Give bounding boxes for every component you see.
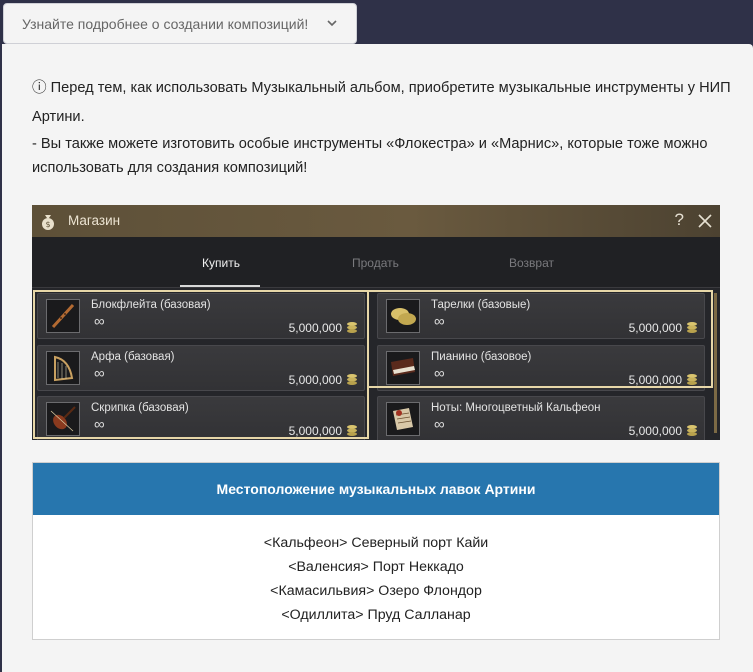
scrollbar[interactable] [714,293,717,433]
tab-return[interactable]: Возврат [509,256,554,270]
shop-item-sheet-music[interactable]: Ноты: Многоцветный Кальфеон ∞ 5,000,000 [377,396,705,440]
tab-buy[interactable]: Купить [202,256,240,270]
shop-window: $ Магазин ? Купить Продать Возврат Блокф… [32,205,720,440]
toggle-label: Узнайте подробнее о создании композиций! [22,15,309,32]
info-panel: ⓘ Перед тем, как использовать Музыкальны… [2,44,753,672]
highlight-frame-left [33,290,369,439]
composition-info-toggle[interactable]: Узнайте подробнее о создании композиций! [3,3,357,44]
shop-tabs: Купить Продать Возврат [32,237,720,288]
svg-text:$: $ [45,220,50,229]
location-row: <Кальфеон> Северный порт Кайи [263,535,489,551]
intro-text: ⓘ Перед тем, как использовать Музыкальны… [32,74,732,180]
locations-body: <Кальфеон> Северный порт Кайи <Валенсия>… [33,515,719,627]
chevron-down-icon [327,20,337,27]
intro-line-2: - Вы также можете изготовить особые инст… [32,136,708,176]
money-bag-icon: $ [42,215,54,230]
location-row: <Одиллита> Пруд Салланар [281,607,471,623]
tab-sell[interactable]: Продать [352,256,399,270]
location-row: <Валенсия> Порт Неккадо [288,559,464,575]
location-row: <Камасильвия> Озеро Флондор [270,583,482,599]
shop-title-bar: $ Магазин ? [32,205,720,237]
shop-title: Магазин [68,213,121,228]
highlight-frame-right [369,290,713,388]
item-stock: ∞ [434,416,445,433]
help-icon[interactable]: ? [675,210,684,230]
active-tab-underline [180,285,260,287]
coin-icon [687,425,697,436]
intro-line-1: ⓘ Перед тем, как использовать Музыкальны… [32,80,731,125]
item-price: 5,000,000 [628,424,682,438]
item-name: Ноты: Многоцветный Кальфеон [431,402,601,414]
locations-table: Местоположение музыкальных лавок Артини … [32,462,720,640]
locations-title: Местоположение музыкальных лавок Артини [33,463,719,515]
close-icon[interactable] [698,214,712,228]
sheet-music-icon [393,408,413,430]
